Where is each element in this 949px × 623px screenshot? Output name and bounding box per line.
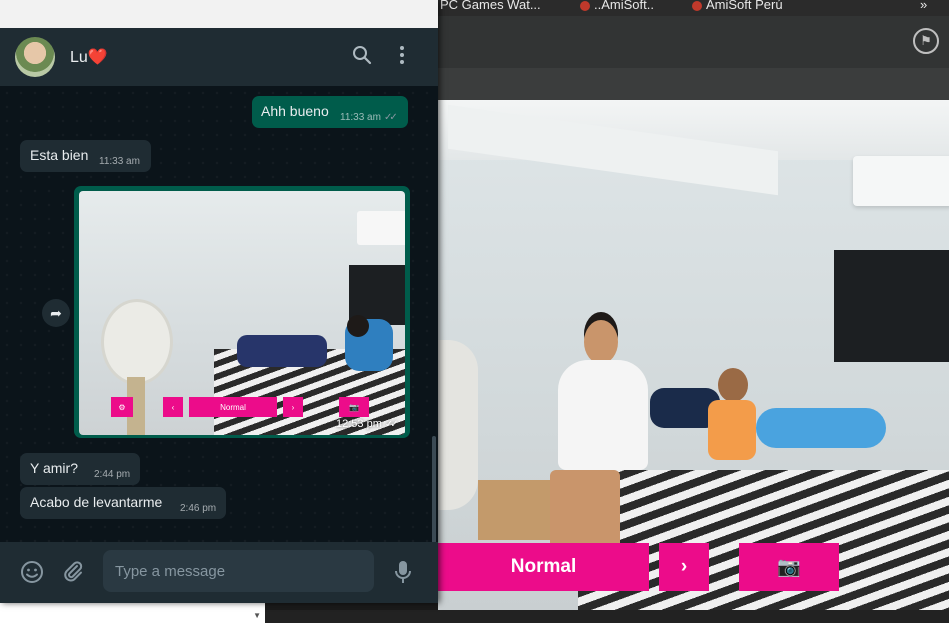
message-incoming[interactable]: Y amir? 2:44 pm	[20, 453, 140, 485]
scene-woman	[550, 320, 650, 550]
scene-window	[834, 250, 949, 362]
scene-child	[706, 368, 766, 468]
bookmark-label: PC Games Wat...	[440, 0, 541, 12]
camera-feed	[438, 100, 949, 610]
bookmark-favicon	[580, 0, 590, 11]
scene-fan	[438, 340, 478, 510]
snapshot-button[interactable]: 📷	[739, 543, 839, 591]
attach-icon[interactable]	[62, 560, 84, 588]
message-text: Acabo de levantarme	[30, 494, 163, 510]
message-text: Ahh bueno	[261, 103, 329, 119]
message-incoming[interactable]: Acabo de levantarme 2:46 pm	[20, 487, 226, 519]
message-time: 11:33 am	[99, 156, 140, 167]
photo-air-conditioner	[357, 211, 405, 245]
chat-messages[interactable]: Ahh bueno 11:33 am ✓✓ Esta bien 11:33 am …	[0, 86, 438, 603]
read-ticks-icon: ✓✓	[384, 419, 399, 430]
read-ticks-icon: ✓✓	[383, 112, 398, 123]
bookmark-label: AmiSoft Perú	[706, 0, 783, 12]
image-thumbnail[interactable]: ⚙ ‹ Normal › 📷	[79, 191, 405, 435]
bookmarks-overflow-button[interactable]: »	[920, 0, 927, 12]
camera-icon: 📷	[777, 557, 801, 578]
chevron-left-icon: ‹	[163, 397, 183, 417]
avatar[interactable]	[15, 37, 55, 77]
scene-woman-head	[584, 320, 618, 364]
scene-woman-shirt	[558, 360, 648, 470]
scene-woman-legs	[550, 470, 620, 550]
message-text: Y amir?	[30, 460, 78, 476]
scene-air-conditioner	[853, 156, 949, 206]
photo-fan	[101, 299, 173, 385]
search-icon[interactable]	[352, 45, 372, 69]
message-incoming[interactable]: Esta bien 11:33 am	[20, 140, 151, 172]
camera-bottom-bar	[265, 610, 949, 623]
contact-name[interactable]: Lu❤️	[70, 47, 108, 67]
photo-mode-label: Normal	[189, 397, 277, 417]
emoji-icon[interactable]	[20, 560, 44, 589]
flag-icon[interactable]: ⚑	[913, 28, 939, 54]
bookmark-amisoft-peru[interactable]: AmiSoft Perú	[692, 0, 783, 12]
camera-icon: 📷	[339, 397, 369, 417]
window-titlebar	[0, 0, 438, 29]
message-outgoing[interactable]: Ahh bueno 11:33 am ✓✓	[252, 96, 408, 128]
whatsapp-window: Lu❤️ Ahh bueno 11:33 am ✓✓ Esta bien 11:3…	[0, 0, 438, 603]
camera-subbar	[438, 68, 949, 100]
message-image[interactable]: ⚙ ‹ Normal › 📷 12:53 pm ✓✓	[74, 186, 410, 438]
message-time-value: 11:33 am	[340, 112, 381, 123]
mode-button[interactable]: Normal	[438, 543, 649, 591]
message-text: Esta bien	[30, 147, 89, 163]
chat-header[interactable]: Lu❤️	[0, 28, 438, 86]
message-time: 12:53 pm ✓✓	[336, 418, 399, 430]
next-mode-button[interactable]: ›	[659, 543, 709, 591]
forward-icon[interactable]: ➦	[42, 299, 70, 327]
message-time: 2:46 pm	[180, 503, 217, 514]
message-input[interactable]	[103, 550, 374, 592]
gear-icon: ⚙	[111, 397, 133, 417]
chevron-right-icon: ›	[283, 397, 303, 417]
message-time: 2:44 pm	[94, 469, 131, 480]
message-time-value: 12:53 pm	[336, 418, 382, 430]
mic-icon[interactable]	[394, 560, 412, 589]
scene-child-head	[718, 368, 748, 402]
message-time: 11:33 am ✓✓	[340, 112, 398, 123]
composer	[0, 542, 438, 603]
chevron-right-icon: ›	[680, 556, 688, 577]
bookmark-label: ..AmiSoft..	[594, 0, 654, 12]
bookmark-amisoft[interactable]: ..AmiSoft..	[580, 0, 654, 12]
menu-icon[interactable]	[396, 45, 408, 69]
photo-bedding	[237, 335, 327, 367]
scene-child-body	[708, 400, 756, 460]
scene-blue-pillow	[756, 408, 886, 448]
scroll-down-arrow-icon[interactable]: ▼	[253, 611, 261, 620]
bookmark-favicon	[692, 0, 702, 11]
camera-toolbar: ⚑	[438, 16, 949, 68]
background-window-strip: ▼	[0, 603, 265, 623]
photo-person-head	[347, 315, 369, 337]
bookmark-pc-games[interactable]: PC Games Wat...	[440, 0, 541, 12]
